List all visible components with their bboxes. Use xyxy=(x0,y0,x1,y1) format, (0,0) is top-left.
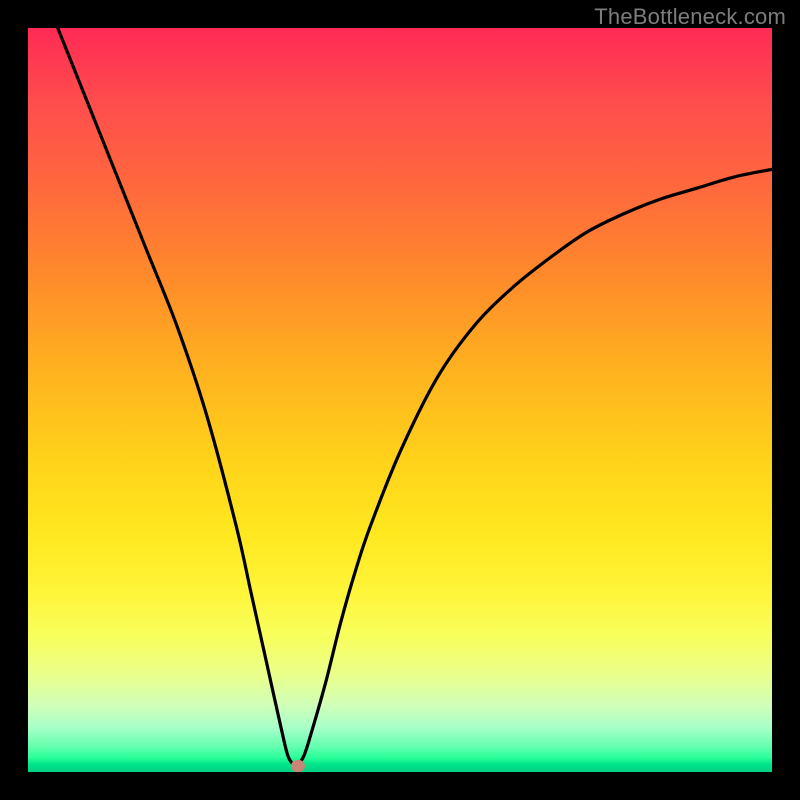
bottleneck-curve xyxy=(28,28,772,772)
optimal-point-marker xyxy=(291,760,305,772)
plot-area xyxy=(28,28,772,772)
chart-frame: TheBottleneck.com xyxy=(0,0,800,800)
watermark-text: TheBottleneck.com xyxy=(594,4,786,30)
